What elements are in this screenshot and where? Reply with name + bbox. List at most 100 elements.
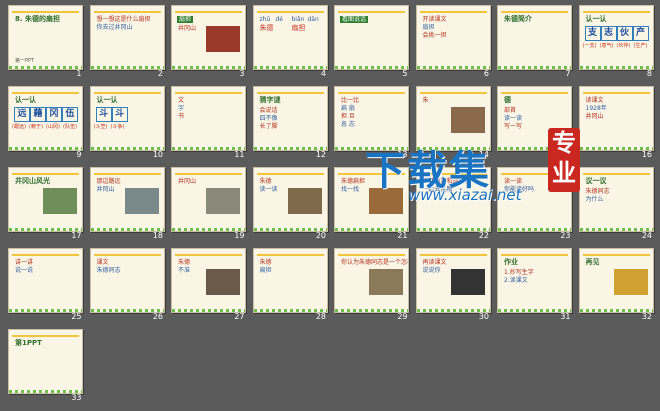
slide-thumbnail-3[interactable]: 扇担 井冈山 3 [167, 2, 249, 83]
slide-number: 23 [560, 231, 571, 240]
slide-thumbnail-20[interactable]: 朱德 读一读 20 [249, 164, 331, 245]
slide-header-bar [419, 11, 487, 13]
slide-number: 6 [483, 69, 489, 78]
slide-header-bar [256, 92, 324, 94]
slide-preview: 你认为朱德同志是一个怎样的人 [334, 248, 409, 313]
slide-thumbnail-31[interactable]: 作业 1.抄写生字 2.读课文 31 [493, 245, 575, 326]
slide-text-line: 井冈山 [96, 186, 115, 193]
slide-char-box: 产 [632, 26, 649, 41]
slide-header-bar [175, 92, 242, 94]
slide-number: 31 [560, 312, 571, 321]
slide-thumbnail-26[interactable]: 课文 朱德同志 26 [86, 245, 168, 326]
slide-header-bar [501, 254, 568, 256]
slide-thumbnail-30[interactable]: 再读课文 说说你 30 [412, 245, 494, 326]
slide-thumbnail-9[interactable]: 认一认远藉冈伍 (跟远) (赖于) (山冈) (队伍) 9 [4, 83, 86, 164]
slide-number: 16 [641, 150, 652, 159]
slide-thumbnail-33[interactable]: 第1PPT 33 [4, 326, 86, 407]
slide-char-box: 伍 [62, 107, 78, 122]
slide-header-bar [12, 335, 79, 337]
slide-text-line: 你认为朱德同志是一个怎样的人 [341, 259, 408, 266]
slide-thumbnail-11[interactable]: 文字书 11 [167, 83, 249, 164]
slide-text-line: 井冈山 [178, 178, 197, 185]
slide-header-bar [175, 11, 242, 13]
slide-text-line: 再读课文 [422, 259, 447, 266]
slide-preview: 井冈山风光 [8, 167, 83, 232]
slide-char-word: (跟远) [12, 124, 26, 130]
slide-number: 20 [315, 231, 326, 240]
slide-title: 朱德简介 [504, 15, 532, 23]
slide-number: 25 [71, 312, 82, 321]
slide-thumbnail-6[interactable]: 开读课文 扇担 会挑一担 6 [412, 2, 494, 83]
slide-thumbnail-12[interactable]: 猜字谜 会说话 四不像 长了脚 12 [249, 83, 331, 164]
slide-header-bar [419, 254, 487, 256]
slide-text-line: 朱 [422, 97, 429, 104]
slide-thumbnail-5[interactable]: 看图说话 5 [330, 2, 412, 83]
slide-text-line: 2.读课文 [504, 277, 528, 284]
slide-header-bar [501, 11, 568, 13]
slide-preview: 议一议 朱德同志 为什么 [578, 167, 654, 232]
slide-number: 5 [402, 69, 408, 78]
slide-title: 第1PPT [15, 339, 42, 347]
slide-thumbnail-19[interactable]: 井冈山 19 [167, 164, 249, 245]
slide-image [450, 269, 485, 295]
slide-number: 17 [71, 231, 82, 240]
slide-thumbnail-17[interactable]: 井冈山风光 17 [4, 164, 86, 245]
slide-thumbnail-27[interactable]: 朱德 不准 27 [167, 245, 249, 326]
slide-thumbnail-28[interactable]: 朱德 扁担 28 [249, 245, 331, 326]
slide-thumbnail-8[interactable]: 认一认支志伙产 (一支) (意气) (伙伴) (生产) 8 [575, 2, 657, 83]
slide-header-bar [419, 92, 487, 94]
slide-preview: 再读课文 说说你 [415, 248, 491, 313]
slide-char-box: 斗 [111, 107, 128, 122]
slide-border-decoration [9, 147, 82, 150]
slide-number: 4 [320, 69, 326, 78]
slide-title: 8. 朱德的扇担 [15, 15, 60, 23]
slide-image [613, 269, 648, 295]
slide-thumbnail-18[interactable]: 那边路远 井冈山 18 [86, 164, 168, 245]
slide-thumbnail-32[interactable]: 再见 32 [575, 245, 657, 326]
slide-number: 28 [315, 312, 326, 321]
slide-preview: 认一认斗斗 (斗笠) (斗争) [89, 86, 165, 151]
slide-thumbnail-4[interactable]: zhū dé biǎn dān 朱德 扇担 4 [249, 2, 331, 83]
slide-number: 30 [478, 312, 489, 321]
slide-text-line: 朱德 [259, 259, 272, 266]
slide-number: 32 [641, 312, 652, 321]
slide-footer: 第一PPT [15, 58, 35, 64]
watermark-url: www.xiazai.net [408, 186, 522, 204]
slide-preview: 第1PPT [8, 329, 83, 394]
slide-thumbnail-25[interactable]: 讲一讲 说一说 25 [4, 245, 86, 326]
slide-char-word: (伙伴) [616, 43, 631, 49]
slide-text-line: 找一找 [341, 186, 360, 193]
slide-text-line: 讲一讲 [15, 259, 34, 266]
slide-char-word: (斗笠) [93, 124, 108, 130]
slide-border-decoration [172, 66, 245, 69]
slide-thumbnail-16[interactable]: 读课文 1928年 井冈山 16 [575, 83, 657, 164]
slide-title: 议一议 [585, 177, 607, 185]
slide-preview: 朱德 读一读 [252, 167, 328, 232]
slide-number: 27 [234, 312, 245, 321]
slide-text-line: 井冈山 [585, 113, 604, 120]
slide-thumbnail-2[interactable]: 想一想这是什么扇担 你去过井冈山 2 [86, 2, 168, 83]
slide-thumbnail-10[interactable]: 认一认斗斗 (斗笠) (斗争) 10 [86, 83, 168, 164]
slide-thumbnail-29[interactable]: 你认为朱德同志是一个怎样的人 29 [330, 245, 412, 326]
slide-header-bar [256, 254, 324, 256]
slide-title: 猜字谜 [259, 96, 281, 104]
slide-header-bar [582, 92, 650, 94]
slide-number: 19 [234, 231, 245, 240]
slide-text-line: 扁担 [259, 267, 272, 274]
slide-preview: 猜字谜 会说话 四不像 长了脚 [252, 86, 328, 151]
slide-title: 井冈山风光 [15, 177, 50, 185]
slide-preview: 读课文 1928年 井冈山 [578, 86, 654, 151]
slide-thumbnail-7[interactable]: 朱德简介 7 [493, 2, 575, 83]
slide-thumbnail-24[interactable]: 议一议 朱德同志 为什么 24 [575, 164, 657, 245]
slide-char-word: (意气) [599, 43, 614, 49]
slide-image [206, 188, 240, 214]
slide-thumbnail-1[interactable]: 8. 朱德的扇担 第一PPT 1 [4, 2, 86, 83]
slide-title: 德 [504, 96, 511, 104]
slide-number: 26 [152, 312, 163, 321]
slide-number: 7 [565, 69, 571, 78]
slide-text-line: 朱德同志 [96, 267, 121, 274]
slide-number: 10 [152, 150, 163, 159]
slide-border-decoration [253, 66, 327, 69]
slide-title: 再见 [585, 258, 600, 266]
slide-char-word: (赖于) [29, 124, 43, 130]
